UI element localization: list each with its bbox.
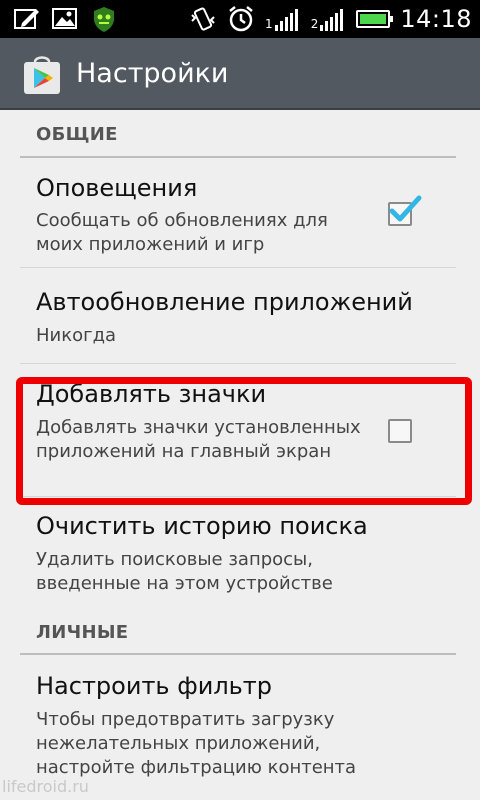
gallery-icon bbox=[52, 8, 77, 29]
setting-summary: Никогда bbox=[36, 325, 117, 346]
setting-summary: Чтобы предотвратить загрузку нежелательн… bbox=[36, 709, 357, 778]
item-divider bbox=[20, 267, 456, 268]
setting-summary: Сообщать об обновлениях для моих приложе… bbox=[36, 210, 328, 255]
vibrate-icon bbox=[191, 7, 215, 31]
setting-title: Автообновление приложений bbox=[36, 288, 413, 316]
section-divider bbox=[20, 156, 456, 158]
page-title: Настройки bbox=[76, 58, 229, 89]
setting-title: Очистить историю поиска bbox=[36, 512, 368, 540]
setting-summary: Удалить поисковые запросы, введенные на … bbox=[36, 549, 333, 594]
setting-title: Настроить фильтр bbox=[36, 672, 273, 700]
setting-title: Оповещения bbox=[36, 174, 198, 202]
settings-list: ОБЩИЕ Оповещения Сообщать об обновлениях… bbox=[0, 112, 480, 800]
checkmark-icon bbox=[389, 195, 422, 222]
play-store-icon[interactable] bbox=[20, 52, 64, 96]
status-time: 14:18 bbox=[400, 5, 472, 33]
section-header-general: ОБЩИЕ bbox=[36, 124, 118, 145]
signal-icon bbox=[274, 9, 298, 31]
android-robot-icon bbox=[94, 7, 114, 32]
alarm-icon bbox=[229, 6, 253, 32]
section-divider bbox=[20, 653, 456, 655]
item-divider bbox=[20, 363, 456, 364]
action-bar: Настройки bbox=[0, 38, 480, 110]
sim2-label: 2 bbox=[310, 17, 319, 31]
notifications-checkbox[interactable] bbox=[388, 195, 422, 226]
battery-icon bbox=[356, 10, 394, 28]
edit-icon bbox=[14, 9, 39, 29]
signal-sim1: 1 bbox=[265, 7, 301, 31]
status-bar: 1 2 14:18 bbox=[0, 0, 480, 38]
status-bar-system: 1 2 14:18 bbox=[189, 3, 472, 35]
status-bar-notifications bbox=[14, 5, 118, 33]
signal-sim2: 2 bbox=[311, 7, 347, 31]
sim1-label: 1 bbox=[265, 17, 273, 31]
watermark-text: lifedroid.ru bbox=[2, 777, 89, 796]
section-header-personal: ЛИЧНЫЕ bbox=[36, 622, 129, 643]
signal-icon bbox=[320, 9, 344, 31]
battery-fill bbox=[360, 14, 387, 24]
highlight-annotation bbox=[16, 377, 472, 505]
